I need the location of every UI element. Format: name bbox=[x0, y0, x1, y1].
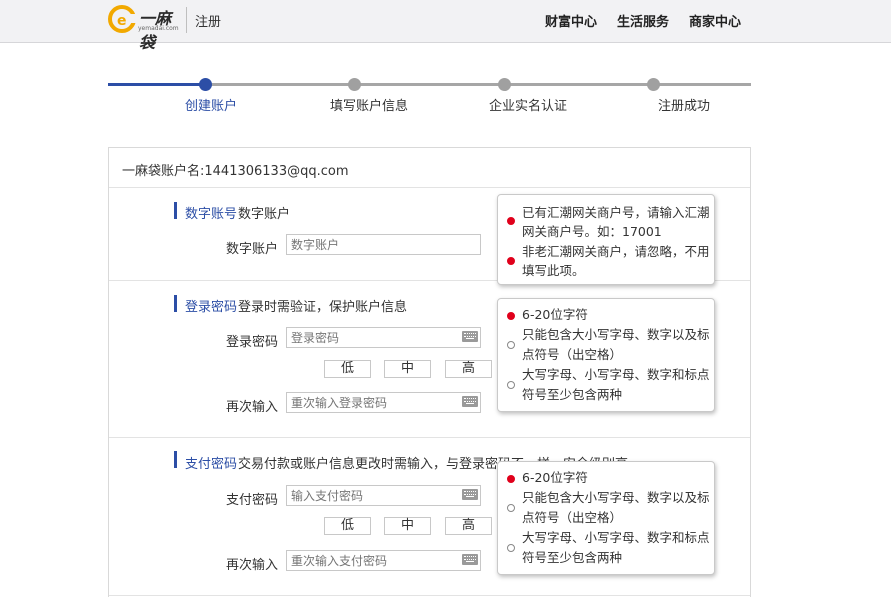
pay-confirm-wrap bbox=[286, 550, 481, 571]
section-marker bbox=[174, 295, 177, 312]
bullet-empty-icon bbox=[507, 504, 515, 512]
tooltip-digital-account: 已有汇潮网关商户号，请输入汇潮 网关商户号。如：17001 非老汇潮网关商户，请… bbox=[497, 194, 715, 285]
section-title-login-password: 登录密码 bbox=[185, 300, 238, 315]
login-password-confirm-input[interactable] bbox=[286, 392, 481, 413]
tooltip-line: 符号至少包含两种 bbox=[522, 387, 623, 402]
bullet-icon bbox=[507, 312, 515, 320]
label-digital-account: 数字账户 bbox=[226, 242, 279, 257]
nav-wealth-center[interactable]: 财富中心 bbox=[545, 11, 597, 30]
label-pay-password: 支付密码 bbox=[226, 493, 279, 508]
label-login-password: 登录密码 bbox=[226, 335, 279, 350]
keyboard-icon[interactable] bbox=[462, 396, 478, 407]
section-desc-login-password: 登录时需验证，保护账户信息 bbox=[238, 300, 408, 315]
tooltip-line: 点符号（出空格） bbox=[522, 510, 623, 525]
tooltip-line: 非老汇潮网关商户，请忽略，不用 bbox=[522, 244, 710, 259]
strength-medium: 中 bbox=[384, 360, 431, 378]
logo-icon: e bbox=[108, 5, 136, 33]
label-pay-password-confirm: 再次输入 bbox=[226, 558, 279, 573]
keyboard-icon[interactable] bbox=[462, 489, 478, 500]
section-title-digital: 数字账号 bbox=[185, 207, 238, 222]
bullet-icon bbox=[507, 475, 515, 483]
tooltip-line: 网关商户号。如：17001 bbox=[522, 224, 662, 239]
site-logo[interactable]: e 一麻袋 yemadai.com bbox=[108, 4, 184, 52]
tooltip-line: 只能包含大小写字母、数字以及标 bbox=[522, 490, 710, 505]
login-password-input[interactable] bbox=[286, 327, 481, 348]
page-title: 注册 bbox=[195, 15, 222, 30]
pay-password-input[interactable] bbox=[286, 485, 481, 506]
step-label-success: 注册成功 bbox=[658, 99, 711, 114]
section-divider bbox=[109, 437, 750, 438]
bullet-empty-icon bbox=[507, 544, 515, 552]
tooltip-line: 大写字母、小写字母、数字和标点 bbox=[522, 367, 710, 382]
step-label-verification: 企业实名认证 bbox=[489, 99, 568, 114]
step-dot-2 bbox=[348, 78, 361, 91]
section-desc-digital: 数字账户 bbox=[238, 207, 291, 222]
tooltip-line: 6-20位字符 bbox=[522, 307, 588, 322]
section-divider bbox=[109, 595, 750, 596]
step-label-fill-info: 填写账户信息 bbox=[330, 99, 409, 114]
step-dot-3 bbox=[498, 78, 511, 91]
bullet-empty-icon bbox=[507, 341, 515, 349]
top-header: e 一麻袋 yemadai.com 注册 财富中心 生活服务 商家中心 bbox=[0, 0, 891, 52]
bullet-empty-icon bbox=[507, 381, 515, 389]
digital-account-input[interactable] bbox=[286, 234, 481, 255]
tooltip-line: 6-20位字符 bbox=[522, 470, 588, 485]
step-label-create-account: 创建账户 bbox=[185, 99, 238, 114]
keyboard-icon[interactable] bbox=[462, 554, 478, 565]
svg-text:e: e bbox=[117, 13, 127, 29]
step-track-done bbox=[108, 83, 206, 86]
pay-password-confirm-input[interactable] bbox=[286, 550, 481, 571]
section-marker bbox=[174, 202, 177, 219]
step-dot-4 bbox=[647, 78, 660, 91]
strength-high: 高 bbox=[445, 517, 492, 535]
strength-high: 高 bbox=[445, 360, 492, 378]
strength-medium: 中 bbox=[384, 517, 431, 535]
tooltip-pay-password: 6-20位字符 只能包含大小写字母、数字以及标 点符号（出空格） 大写字母、小写… bbox=[497, 461, 715, 575]
login-confirm-wrap bbox=[286, 392, 481, 413]
nav-merchant-center[interactable]: 商家中心 bbox=[689, 11, 741, 30]
account-name-label: 一麻袋账户名: bbox=[122, 164, 205, 179]
pay-password-wrap bbox=[286, 485, 481, 506]
step-track-pending bbox=[206, 83, 751, 86]
section-marker bbox=[174, 451, 177, 468]
tooltip-line: 已有汇潮网关商户号，请输入汇潮 bbox=[522, 205, 710, 220]
logo-domain: yemadai.com bbox=[138, 25, 179, 32]
strength-low: 低 bbox=[324, 360, 371, 378]
nav-life-services[interactable]: 生活服务 bbox=[617, 11, 669, 30]
tooltip-login-password: 6-20位字符 只能包含大小写字母、数字以及标 点符号（出空格） 大写字母、小写… bbox=[497, 298, 715, 412]
account-name-row: 一麻袋账户名:1441306133@qq.com bbox=[109, 148, 750, 188]
tooltip-line: 点符号（出空格） bbox=[522, 347, 623, 362]
section-title-pay-password: 支付密码 bbox=[185, 457, 238, 472]
label-login-password-confirm: 再次输入 bbox=[226, 400, 279, 415]
tooltip-line: 只能包含大小写字母、数字以及标 bbox=[522, 327, 710, 342]
tooltip-line: 大写字母、小写字母、数字和标点 bbox=[522, 530, 710, 545]
account-name-text: 一麻袋账户名:1441306133@qq.com bbox=[122, 160, 349, 179]
account-name-value: 1441306133@qq.com bbox=[204, 164, 349, 179]
header-divider bbox=[186, 7, 187, 33]
bullet-icon bbox=[507, 257, 515, 265]
login-password-wrap bbox=[286, 327, 481, 348]
strength-low: 低 bbox=[324, 517, 371, 535]
step-dot-1 bbox=[199, 78, 212, 91]
tooltip-line: 填写此项。 bbox=[522, 263, 585, 278]
bullet-icon bbox=[507, 217, 515, 225]
keyboard-icon[interactable] bbox=[462, 331, 478, 342]
tooltip-line: 符号至少包含两种 bbox=[522, 550, 623, 565]
